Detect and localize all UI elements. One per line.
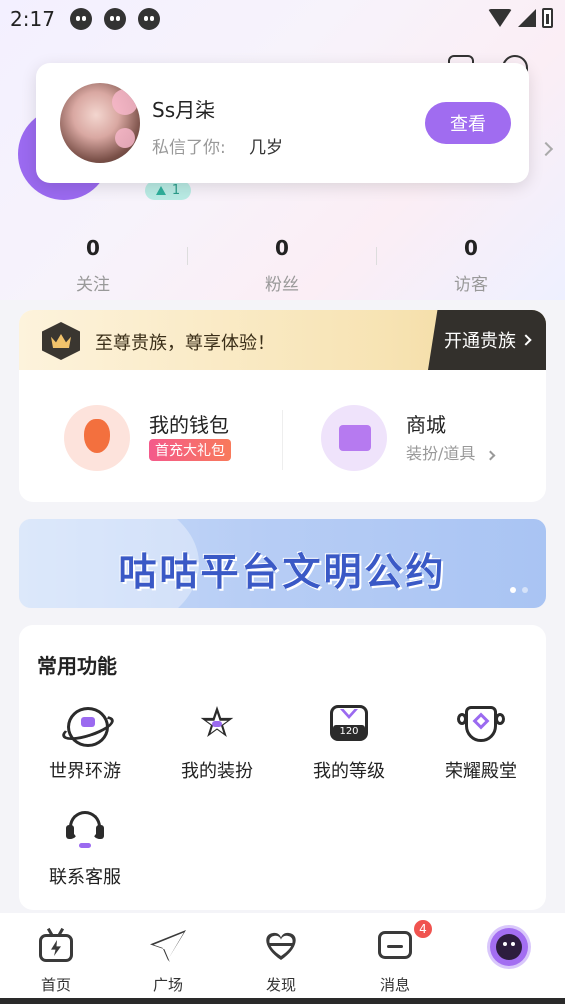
status-bar: 2:17	[0, 0, 565, 40]
tab-me-avatar-icon[interactable]	[490, 928, 528, 966]
view-message-button[interactable]: 查看	[425, 102, 511, 144]
stat-label: 访客	[454, 275, 488, 295]
level-icon-number: 120	[333, 725, 365, 739]
carousel-dot	[522, 587, 528, 593]
tab-label: 首页	[40, 976, 71, 994]
app-notification-icon	[138, 8, 160, 30]
crown-icon	[42, 322, 80, 360]
wifi-icon	[488, 9, 512, 27]
battery-icon	[542, 8, 553, 28]
stat-number: 0	[464, 236, 478, 260]
headset-icon	[61, 809, 109, 851]
status-time: 2:17	[10, 7, 55, 31]
app-notification-icon	[104, 8, 126, 30]
chevron-right-icon	[520, 334, 532, 346]
message-text: 几岁	[249, 138, 283, 158]
level-value: 1	[171, 183, 181, 198]
func-my-dressup[interactable]: 我的装扮	[151, 703, 283, 783]
open-vip-button[interactable]: 开通贵族	[428, 310, 546, 370]
vip-wallet-card: 至尊贵族，尊享体验！ 开通贵族 我的钱包 首充大礼包 商城 装扮/道具	[19, 310, 546, 502]
stat-fans[interactable]: 0 粉丝	[232, 236, 332, 295]
star-icon	[193, 703, 241, 745]
carousel-dot-active	[510, 587, 516, 593]
func-label: 联系客服	[49, 867, 121, 888]
planet-icon	[61, 703, 109, 747]
system-nav-bar	[0, 998, 565, 1004]
mall-subtitle-text: 装扮/道具	[406, 444, 476, 463]
signal-icon	[518, 9, 536, 27]
banner-text: 咕咕平台文明公约	[118, 550, 447, 594]
sender-name: Ss月柒	[152, 98, 216, 122]
level-badge: 1	[145, 181, 191, 200]
level-icon: 120	[325, 703, 373, 745]
honor-icon	[457, 703, 505, 745]
tab-square[interactable]: 广场	[128, 928, 208, 995]
section-title: 常用功能	[37, 654, 117, 678]
func-customer-service[interactable]: 联系客服	[19, 809, 151, 889]
open-vip-label: 开通贵族	[444, 331, 516, 352]
message-count-badge: 4	[413, 919, 433, 939]
app-notification-icon	[70, 8, 92, 30]
mall-subtitle[interactable]: 装扮/道具	[406, 440, 495, 464]
stat-number: 0	[275, 236, 289, 260]
mall-shop-icon[interactable]	[321, 405, 387, 471]
promo-banner[interactable]: 咕咕平台文明公约	[19, 519, 546, 608]
bottom-tab-bar: 首页 广场 发现 消息	[0, 913, 565, 1004]
chevron-right-icon	[485, 450, 495, 461]
divider	[187, 247, 188, 265]
tab-home[interactable]: 首页	[16, 927, 96, 995]
heart-pulse-icon	[261, 928, 301, 964]
message-icon	[375, 928, 415, 964]
func-label: 荣耀殿堂	[445, 761, 517, 782]
stat-number: 0	[86, 236, 100, 260]
tab-discover[interactable]: 发现	[241, 928, 321, 995]
stat-following[interactable]: 0 关注	[43, 236, 143, 295]
mall-title[interactable]: 商城	[406, 409, 446, 438]
func-world-travel[interactable]: 世界环游	[19, 703, 151, 783]
divider	[376, 247, 377, 265]
func-label: 我的等级	[313, 761, 385, 782]
tab-label: 消息	[379, 976, 410, 994]
common-functions-card: 常用功能 世界环游 我的装扮 120 我的等级 荣耀殿堂 联系客服	[19, 625, 546, 910]
level-triangle-icon	[155, 186, 166, 195]
message-label: 私信了你:	[152, 138, 226, 158]
func-my-level[interactable]: 120 我的等级	[283, 703, 415, 783]
func-hall-of-honor[interactable]: 荣耀殿堂	[415, 703, 546, 783]
tab-label: 发现	[265, 976, 296, 994]
sender-avatar	[60, 83, 140, 163]
wallet-title[interactable]: 我的钱包	[149, 409, 229, 438]
divider	[282, 410, 283, 470]
func-label: 世界环游	[49, 761, 121, 782]
vip-bar[interactable]: 至尊贵族，尊享体验！ 开通贵族	[19, 310, 546, 370]
paper-plane-icon	[148, 928, 188, 964]
vip-text: 至尊贵族，尊享体验！	[95, 333, 275, 354]
tab-label: 广场	[152, 976, 183, 994]
home-tv-icon	[36, 927, 76, 964]
message-notification-popup[interactable]: Ss月柒 私信了你: 几岁 查看	[36, 63, 529, 183]
first-recharge-tag[interactable]: 首充大礼包	[149, 439, 231, 461]
wallet-icon[interactable]	[64, 405, 130, 471]
stat-label: 粉丝	[265, 275, 299, 295]
stat-label: 关注	[76, 275, 110, 295]
func-label: 我的装扮	[181, 761, 253, 782]
stat-visitors[interactable]: 0 访客	[421, 236, 521, 295]
